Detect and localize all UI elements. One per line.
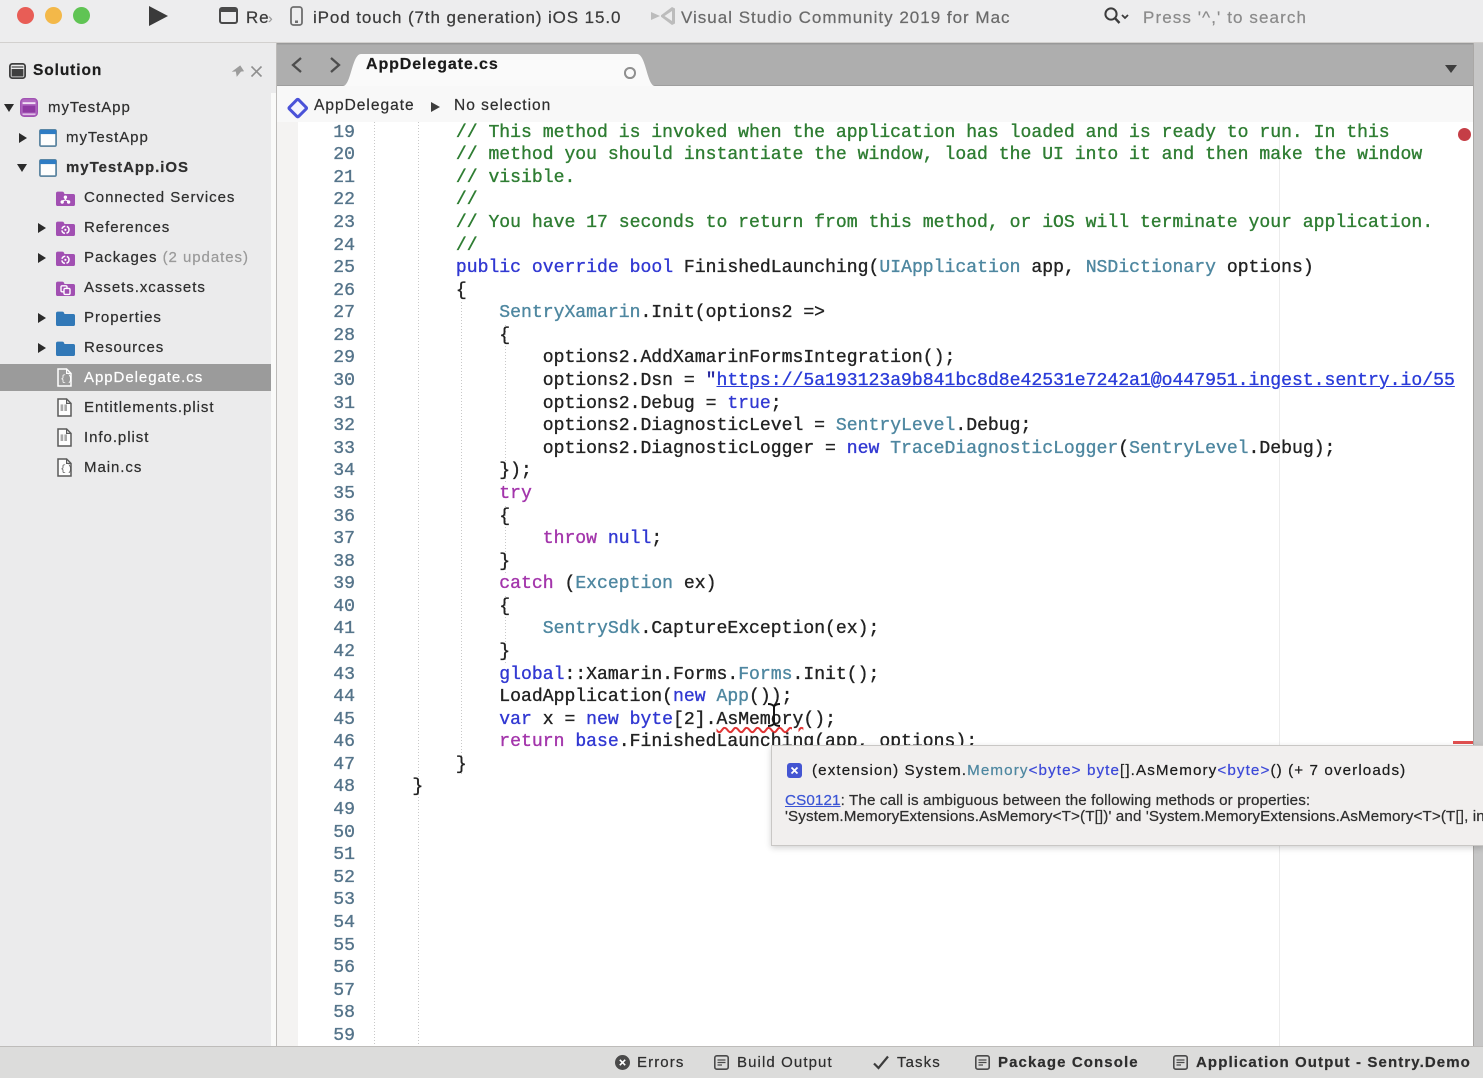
svg-text:{): {) bbox=[60, 373, 72, 384]
svg-text:{): {) bbox=[60, 463, 72, 474]
